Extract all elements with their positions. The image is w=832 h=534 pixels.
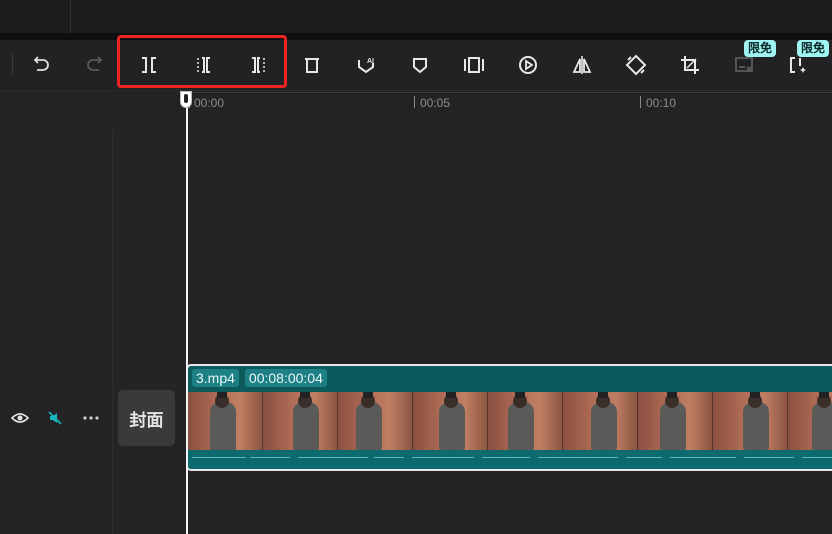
- more-icon: [83, 416, 99, 420]
- reverse-icon: [519, 56, 537, 74]
- time-ruler[interactable]: [187, 91, 832, 113]
- playhead-line[interactable]: [186, 91, 188, 534]
- thumbnail-frame: [488, 392, 563, 450]
- top-strip: [0, 0, 832, 33]
- thumbnail-frame: [413, 392, 488, 450]
- top-divider: [70, 0, 71, 33]
- delete-icon: [305, 58, 319, 73]
- redo-button[interactable]: [80, 50, 110, 80]
- delete-button[interactable]: [297, 50, 327, 80]
- track-mute-toggle[interactable]: [45, 408, 65, 428]
- ruler-baseline: [187, 92, 832, 93]
- thumbnail-frame: [188, 392, 263, 450]
- ai-marker-icon: AI: [358, 58, 374, 74]
- marker-button[interactable]: [405, 50, 435, 80]
- toolbar-separator: [12, 54, 13, 76]
- thumbnail-frame: [563, 392, 638, 450]
- clip-duration: 00:08:00:04: [244, 369, 327, 387]
- ruler-label: 00:00: [194, 96, 225, 110]
- free-badge: 限免: [797, 40, 830, 57]
- ruler-tick: [640, 96, 641, 108]
- undo-button[interactable]: [26, 50, 56, 80]
- thumbnail-frame: [638, 392, 713, 450]
- video-clip[interactable]: 3.mp4 00:08:00:04: [186, 364, 832, 471]
- track-more-button[interactable]: [81, 408, 101, 428]
- thumbnail-frame: [713, 392, 788, 450]
- playhead-handle[interactable]: [180, 91, 192, 108]
- mirror-button[interactable]: [567, 50, 597, 80]
- thumbnail-frame: [338, 392, 413, 450]
- clip-thumbnails: [188, 392, 832, 450]
- ruler-label: 00:05: [420, 96, 451, 110]
- clip-name: 3.mp4: [192, 369, 239, 387]
- free-badge: 限免: [744, 40, 777, 57]
- track-visibility-toggle[interactable]: [10, 408, 30, 428]
- audio-muted-icon: [48, 411, 62, 425]
- clip-header: 3.mp4 00:08:00:04: [188, 366, 327, 390]
- crop-button[interactable]: [675, 50, 705, 80]
- ruler-tick: [414, 96, 415, 108]
- track-control-panel: [0, 91, 112, 534]
- mirror-icon: [572, 56, 592, 74]
- ai-marker-button[interactable]: AI: [351, 50, 381, 80]
- annotation-highlight-box: [117, 35, 287, 88]
- freeze-frame-icon: [464, 57, 484, 73]
- eye-icon: [11, 413, 29, 423]
- cover-button[interactable]: 封面: [118, 390, 175, 446]
- reverse-button[interactable]: [513, 50, 543, 80]
- smart-split-icon: [790, 57, 806, 73]
- rotate-button[interactable]: [621, 50, 651, 80]
- crop-icon: [681, 56, 699, 74]
- thumbnail-frame: [788, 392, 832, 450]
- remove-subtitle-icon: [735, 57, 753, 72]
- undo-icon: [33, 56, 49, 71]
- svg-text:AI: AI: [367, 58, 374, 65]
- ruler-label: 00:10: [646, 96, 677, 110]
- freeze-frame-button[interactable]: [459, 50, 489, 80]
- redo-icon: [87, 56, 103, 71]
- marker-icon: [413, 58, 427, 74]
- audio-waveform: [188, 450, 832, 469]
- rotate-icon: [625, 54, 647, 76]
- thumbnail-frame: [263, 392, 338, 450]
